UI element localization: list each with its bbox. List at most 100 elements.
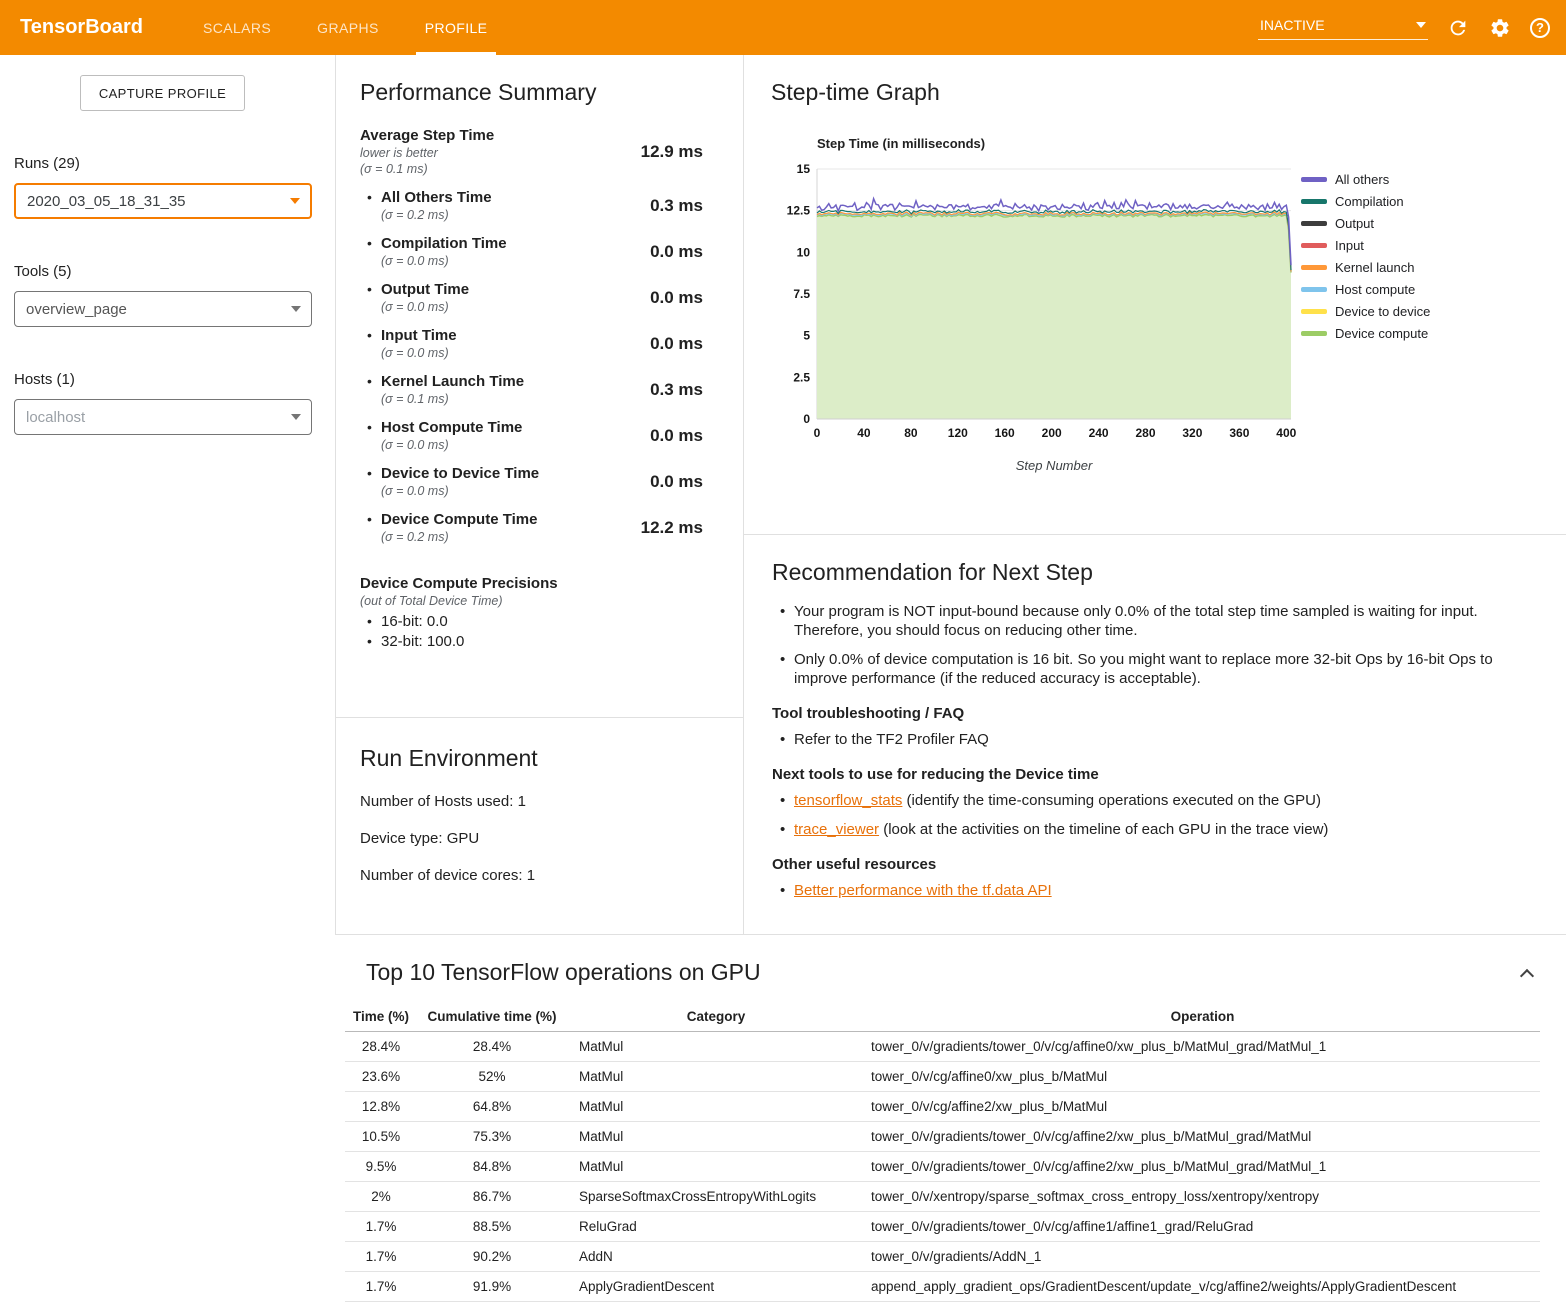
table-cell: ReluGrad (567, 1212, 865, 1242)
table-cell: tower_0/v/gradients/tower_0/v/cg/affine2… (865, 1122, 1540, 1152)
metric-value: 0.3 ms (650, 380, 703, 400)
svg-text:0: 0 (814, 426, 821, 440)
capture-profile-button[interactable]: CAPTURE PROFILE (80, 75, 245, 111)
table-cell: AddN (567, 1242, 865, 1272)
metric-name: Host Compute Time (381, 419, 522, 437)
hosts-select[interactable]: localhost (14, 399, 312, 435)
metric-sigma: (σ = 0.2 ms) (381, 207, 492, 223)
legend-label: All others (1335, 172, 1389, 187)
chevron-down-icon (291, 414, 301, 420)
metric-label-block: Compilation Time(σ = 0.0 ms) (360, 235, 507, 269)
run-environment-section: Run Environment Number of Hosts used: 1D… (336, 718, 743, 884)
table-cell: 1.7% (345, 1242, 417, 1272)
metric-name: All Others Time (381, 189, 492, 207)
table-cell: ApplyGradientDescent (567, 1272, 865, 1302)
legend-swatch (1301, 177, 1327, 182)
resources-list: Better performance with the tf.data API (772, 881, 1538, 900)
metric-name: Kernel Launch Time (381, 373, 524, 391)
metric-value: 0.0 ms (650, 242, 703, 262)
settings-button[interactable] (1488, 16, 1512, 40)
status-select[interactable]: INACTIVE (1258, 15, 1428, 40)
runs-label: Runs (29) (14, 155, 335, 172)
next-tool-link[interactable]: tensorflow_stats (794, 792, 902, 809)
chart-x-axis-label: Step Number (817, 458, 1291, 473)
tools-select[interactable]: overview_page (14, 291, 312, 327)
table-cell: 1.7% (345, 1272, 417, 1302)
metric-value: 0.0 ms (650, 472, 703, 492)
metric-row: Device to Device Time(σ = 0.0 ms)0.0 ms (360, 459, 703, 505)
metric-sigma: (σ = 0.0 ms) (381, 299, 469, 315)
run-environment-lines: Number of Hosts used: 1Device type: GPUN… (360, 793, 719, 884)
help-button[interactable]: ? (1530, 18, 1550, 38)
legend-swatch (1301, 331, 1327, 336)
chart-legend: All othersCompilationOutputInputKernel l… (1301, 136, 1430, 473)
table-cell: 10.5% (345, 1122, 417, 1152)
collapse-chevron-icon[interactable] (1520, 968, 1534, 982)
summary-column: Performance Summary Average Step Timelow… (335, 55, 744, 934)
table-cell: 23.6% (345, 1062, 417, 1092)
app-header: TensorBoard SCALARSGRAPHSPROFILE INACTIV… (0, 0, 1566, 55)
svg-text:80: 80 (904, 426, 918, 440)
tab-profile[interactable]: PROFILE (402, 0, 511, 55)
svg-text:2.5: 2.5 (793, 370, 810, 384)
precision-item: 32-bit: 100.0 (360, 632, 703, 652)
legend-label: Output (1335, 216, 1374, 231)
tools-select-value: overview_page (26, 301, 127, 318)
metric-value: 0.3 ms (650, 196, 703, 216)
runs-select[interactable]: 2020_03_05_18_31_35 (14, 183, 312, 219)
top-ops-section: Top 10 TensorFlow operations on GPU Time… (335, 934, 1566, 1303)
recommendation-bullets: Your program is NOT input-bound because … (772, 602, 1538, 688)
hosts-label: Hosts (1) (14, 371, 335, 388)
legend-label: Kernel launch (1335, 260, 1415, 275)
sidebar: CAPTURE PROFILE Runs (29) 2020_03_05_18_… (0, 55, 335, 1303)
resources-heading: Other useful resources (772, 856, 1538, 873)
metric-label-block: Average Step Timelower is better(σ = 0.1… (360, 127, 494, 177)
legend-item: Kernel launch (1301, 260, 1430, 275)
metrics-list: Average Step Timelower is better(σ = 0.1… (360, 121, 703, 551)
precision-item: 16-bit: 0.0 (360, 612, 703, 632)
next-tool-link[interactable]: trace_viewer (794, 821, 879, 838)
refresh-button[interactable] (1446, 16, 1470, 40)
recommendation-bullet: Your program is NOT input-bound because … (772, 602, 1538, 640)
hosts-select-value: localhost (26, 409, 85, 426)
table-cell: 9.5% (345, 1152, 417, 1182)
table-cell: 28.4% (417, 1032, 567, 1062)
table-cell: 12.8% (345, 1092, 417, 1122)
table-cell: 52% (417, 1062, 567, 1092)
table-row: 1.7%88.5%ReluGradtower_0/v/gradients/tow… (345, 1212, 1540, 1242)
top-ops-table: Time (%)Cumulative time (%)CategoryOpera… (345, 1002, 1540, 1302)
svg-text:120: 120 (948, 426, 968, 440)
metric-sigma: (σ = 0.1 ms) (381, 391, 524, 407)
faq-heading: Tool troubleshooting / FAQ (772, 705, 1538, 722)
legend-swatch (1301, 309, 1327, 314)
legend-item: Device to device (1301, 304, 1430, 319)
column-header: Operation (865, 1002, 1540, 1032)
svg-text:40: 40 (857, 426, 871, 440)
legend-label: Compilation (1335, 194, 1404, 209)
table-row: 28.4%28.4%MatMultower_0/v/gradients/towe… (345, 1032, 1540, 1062)
tab-scalars[interactable]: SCALARS (180, 0, 294, 55)
svg-text:240: 240 (1089, 426, 1109, 440)
metric-value: 0.0 ms (650, 426, 703, 446)
step-time-graph-title: Step-time Graph (771, 79, 1566, 106)
metric-row: Device Compute Time(σ = 0.2 ms)12.2 ms (360, 505, 703, 551)
top-nav: SCALARSGRAPHSPROFILE (180, 0, 510, 55)
app-title: TensorBoard (0, 0, 180, 55)
table-cell: MatMul (567, 1122, 865, 1152)
tab-graphs[interactable]: GRAPHS (294, 0, 402, 55)
resource-item: Better performance with the tf.data API (772, 881, 1538, 900)
svg-text:320: 320 (1182, 426, 1202, 440)
top-ops-title: Top 10 TensorFlow operations on GPU (366, 959, 761, 986)
faq-item: Refer to the TF2 Profiler FAQ (772, 730, 1538, 749)
metric-sigma: (σ = 0.0 ms) (381, 345, 457, 361)
metric-row: Host Compute Time(σ = 0.0 ms)0.0 ms (360, 413, 703, 459)
metric-note: lower is better (360, 145, 494, 161)
resource-link[interactable]: Better performance with the tf.data API (794, 882, 1052, 899)
metric-row: All Others Time(σ = 0.2 ms) 0.3 ms (360, 183, 703, 229)
metric-label-block: Output Time(σ = 0.0 ms) (360, 281, 469, 315)
table-row: 9.5%84.8%MatMultower_0/v/gradients/tower… (345, 1152, 1540, 1182)
next-tool-item: tensorflow_stats (identify the time-cons… (772, 791, 1538, 810)
metric-label-block: Kernel Launch Time(σ = 0.1 ms) (360, 373, 524, 407)
legend-swatch (1301, 287, 1327, 292)
table-cell: MatMul (567, 1092, 865, 1122)
